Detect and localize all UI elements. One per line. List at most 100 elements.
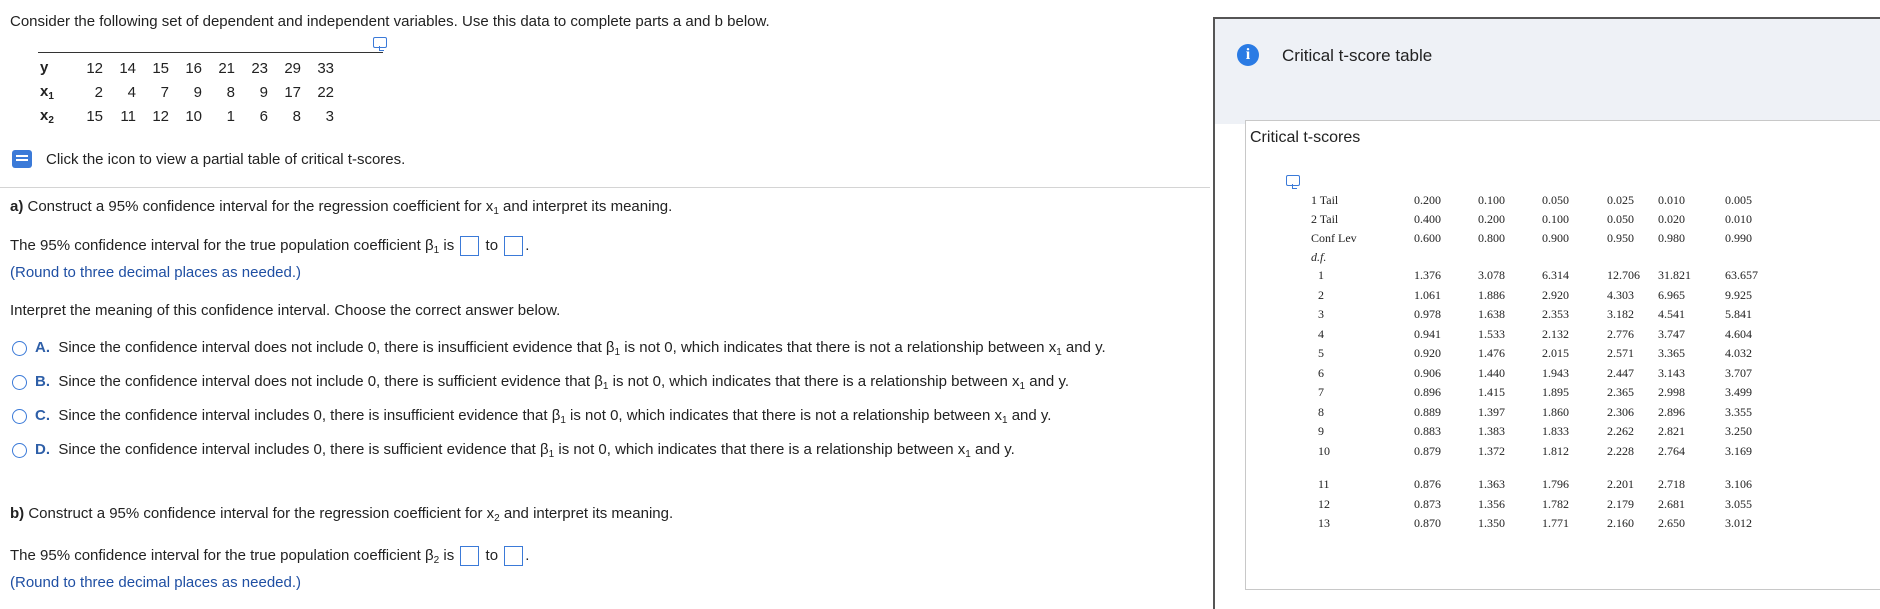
inner-title: Critical t-scores bbox=[1250, 129, 1361, 146]
data-cell: 14 bbox=[119, 59, 136, 77]
t-cell: 1.895 bbox=[1542, 385, 1569, 400]
table-book-icon[interactable] bbox=[12, 150, 32, 168]
period: . bbox=[525, 546, 530, 564]
part-b-ci-is: is bbox=[439, 546, 455, 564]
t-cell: 3.707 bbox=[1725, 365, 1752, 380]
t-cell: 3.055 bbox=[1725, 496, 1752, 511]
t-cell: 0.883 bbox=[1414, 424, 1441, 439]
part-b-round-note: (Round to three decimal places as needed… bbox=[10, 574, 302, 591]
t-cell: 0.980 bbox=[1658, 231, 1685, 245]
option-text: Since the confidence interval includes 0… bbox=[58, 441, 549, 458]
t-cell: 0.920 bbox=[1414, 346, 1441, 361]
t-cell: 2.365 bbox=[1607, 385, 1634, 400]
t-cell: 4.604 bbox=[1725, 326, 1752, 341]
t-cell: 5.841 bbox=[1725, 307, 1752, 322]
option-radio[interactable] bbox=[12, 341, 27, 356]
t-row: 6 0.906 1.440 1.943 2.447 3.143 3.707 bbox=[1311, 364, 1785, 384]
t-cell: 1.397 bbox=[1478, 404, 1505, 419]
row-label: x1 bbox=[38, 80, 70, 104]
data-table: y 12 14 15 16 21 23 29 33 x1 2 4 7 9 8 9 17 22 x2 15 11 12 10 1… bbox=[38, 56, 334, 128]
t-row: 10 0.879 1.372 1.812 2.228 2.764 3.169 bbox=[1311, 442, 1785, 462]
option-radio[interactable] bbox=[12, 409, 27, 424]
option-text: and y. bbox=[1007, 407, 1052, 424]
t-cell: 1.476 bbox=[1478, 346, 1505, 361]
data-row: y 12 14 15 16 21 23 29 33 bbox=[38, 56, 334, 80]
option-letter: D. bbox=[35, 441, 50, 458]
part-b-title: b) Construct a 95% confidence interval f… bbox=[10, 505, 673, 524]
t-cell: 2.353 bbox=[1542, 307, 1569, 322]
t-cell: 31.821 bbox=[1658, 268, 1691, 283]
data-cell: 23 bbox=[251, 59, 268, 77]
divider bbox=[0, 187, 1210, 188]
t-cell: 2.201 bbox=[1607, 477, 1634, 492]
t-cell: 1.356 bbox=[1478, 496, 1505, 511]
spacer-row bbox=[1311, 461, 1785, 475]
t-cell: 3.182 bbox=[1607, 307, 1634, 322]
t-cell: 0.200 bbox=[1414, 193, 1441, 207]
t-cell: 1.372 bbox=[1478, 443, 1505, 458]
part-a-title-text: Construct a 95% confidence interval for … bbox=[23, 198, 494, 215]
t-cell: 1.638 bbox=[1478, 307, 1505, 322]
t-cell: 4.303 bbox=[1607, 287, 1634, 302]
option-d[interactable]: D. Since the confidence interval include… bbox=[35, 441, 1015, 460]
data-cell: 2 bbox=[94, 83, 103, 101]
beta2-lower-input[interactable] bbox=[460, 546, 480, 566]
data-cell: 15 bbox=[86, 107, 103, 125]
row-label-sub: 1 bbox=[48, 90, 54, 102]
t-cell: 2.920 bbox=[1542, 287, 1569, 302]
t-cell: 0.941 bbox=[1414, 326, 1441, 341]
t-cell: 9.925 bbox=[1725, 287, 1752, 302]
option-b[interactable]: B. Since the confidence interval does no… bbox=[35, 373, 1069, 392]
t-cell: 2.764 bbox=[1658, 443, 1685, 458]
df-value: 7 bbox=[1318, 385, 1324, 400]
df-value: 4 bbox=[1318, 326, 1324, 341]
option-text: Since the confidence interval does not i… bbox=[58, 373, 603, 390]
part-b-title-text: Construct a 95% confidence interval for … bbox=[24, 505, 495, 522]
option-text: is not 0, which indicates that there is … bbox=[620, 339, 1057, 356]
t-cell: 3.365 bbox=[1658, 346, 1685, 361]
beta2-upper-input[interactable] bbox=[504, 546, 524, 566]
t-row: 9 0.883 1.383 1.833 2.262 2.821 3.250 bbox=[1311, 422, 1785, 442]
option-a[interactable]: A. Since the confidence interval does no… bbox=[35, 339, 1106, 358]
t-cell: 1.383 bbox=[1478, 424, 1505, 439]
df-value: 5 bbox=[1318, 346, 1324, 361]
copy-data-icon[interactable] bbox=[373, 37, 387, 51]
t-cell: 2.306 bbox=[1607, 404, 1634, 419]
copy-table-icon[interactable] bbox=[1286, 175, 1300, 189]
beta1-lower-input[interactable] bbox=[460, 236, 480, 256]
option-text: Since the confidence interval includes 0… bbox=[58, 407, 561, 424]
t-cell: 1.415 bbox=[1478, 385, 1505, 400]
beta1-upper-input[interactable] bbox=[504, 236, 524, 256]
t-table-frame[interactable]: Critical t-scores 1 Tail 0.200 0.100 0.050 0… bbox=[1245, 120, 1880, 590]
t-cell: 2.179 bbox=[1607, 496, 1634, 511]
t-cell: 1.771 bbox=[1542, 516, 1569, 531]
t-cell: 1.860 bbox=[1542, 404, 1569, 419]
t-cell: 3.747 bbox=[1658, 326, 1685, 341]
t-cell: 4.032 bbox=[1725, 346, 1752, 361]
t-cell: 3.499 bbox=[1725, 385, 1752, 400]
data-row: x1 2 4 7 9 8 9 17 22 bbox=[38, 80, 334, 104]
t-cell: 3.012 bbox=[1725, 516, 1752, 531]
t-cell: 1.943 bbox=[1542, 365, 1569, 380]
option-radio[interactable] bbox=[12, 375, 27, 390]
t-cell: 1.833 bbox=[1542, 424, 1569, 439]
t-cell: 0.900 bbox=[1542, 231, 1569, 245]
part-a-ci-is: is bbox=[439, 236, 455, 254]
t-cell: 0.400 bbox=[1414, 212, 1441, 226]
t-row: 13 0.870 1.350 1.771 2.160 2.650 3.012 bbox=[1311, 514, 1785, 534]
t-cell: 63.657 bbox=[1725, 268, 1758, 283]
t-cell: 0.025 bbox=[1607, 193, 1634, 207]
data-cell: 6 bbox=[259, 107, 268, 125]
part-b-ci: The 95% confidence interval for the true… bbox=[10, 546, 529, 566]
t-cell: 0.950 bbox=[1607, 231, 1634, 245]
t-cell: 2.821 bbox=[1658, 424, 1685, 439]
t-df-row: d.f. bbox=[1311, 248, 1785, 266]
option-text: and y. bbox=[970, 441, 1015, 458]
t-cell: 1.350 bbox=[1478, 516, 1505, 531]
t-header-row: 2 Tail 0.400 0.200 0.100 0.050 0.020 0.010 bbox=[1311, 210, 1785, 229]
t-cell: 2.718 bbox=[1658, 477, 1685, 492]
part-a-ci: The 95% confidence interval for the true… bbox=[10, 236, 529, 256]
option-radio[interactable] bbox=[12, 443, 27, 458]
option-c[interactable]: C. Since the confidence interval include… bbox=[35, 407, 1051, 426]
popup-title: Critical t-score table bbox=[1282, 46, 1433, 65]
